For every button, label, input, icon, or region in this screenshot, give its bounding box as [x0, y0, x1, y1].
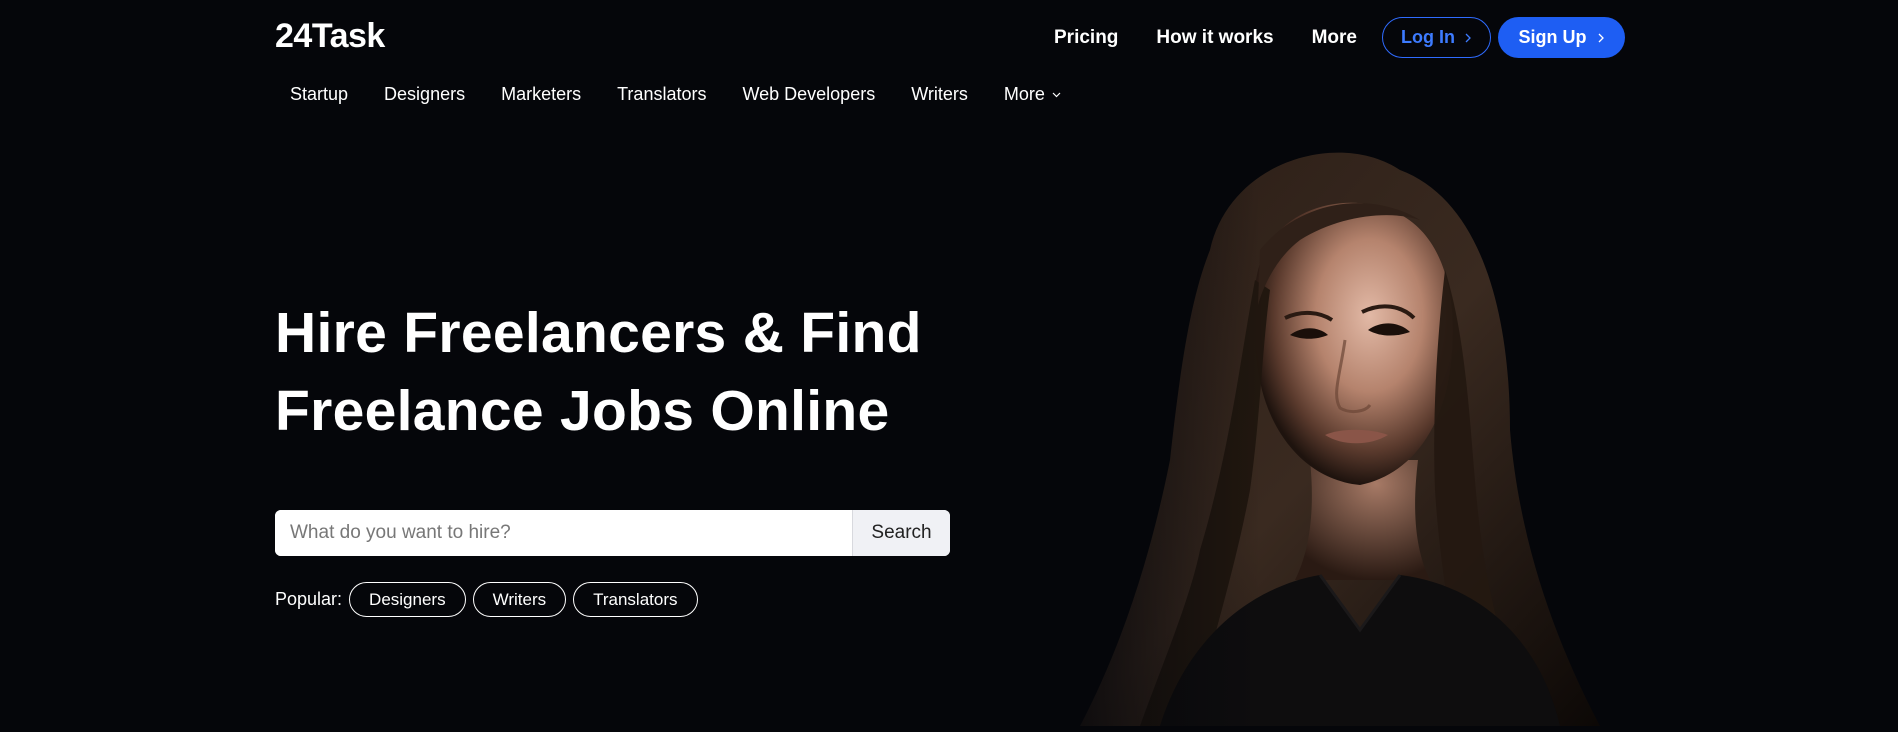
category-writers[interactable]: Writers — [911, 84, 968, 105]
popular-chip-translators[interactable]: Translators — [573, 582, 698, 617]
popular-chip-designers[interactable]: Designers — [349, 582, 466, 617]
category-more-label: More — [1003, 84, 1045, 104]
top-nav: Pricing How it works More Log In Sign Up — [1054, 17, 1625, 58]
chevron-down-icon — [1052, 92, 1061, 97]
category-designers[interactable]: Designers — [384, 84, 465, 105]
category-nav: Startup Designers Marketers Translators … — [290, 84, 1061, 105]
nav-pricing[interactable]: Pricing — [1054, 27, 1118, 49]
category-web-developers[interactable]: Web Developers — [742, 84, 875, 105]
search-button[interactable]: Search — [852, 510, 950, 556]
search-bar: Search — [275, 510, 950, 556]
category-translators[interactable]: Translators — [617, 84, 706, 105]
logo[interactable]: 24Task — [275, 17, 385, 56]
signup-label: Sign Up — [1518, 27, 1587, 47]
login-label: Log In — [1401, 27, 1455, 47]
category-more-dropdown[interactable]: More — [1004, 84, 1061, 105]
nav-how-it-works[interactable]: How it works — [1156, 27, 1273, 49]
popular-chip-writers[interactable]: Writers — [472, 582, 567, 617]
popular-tags: Popular: Designers Writers Translators — [275, 582, 705, 617]
signup-button[interactable]: Sign Up — [1498, 17, 1625, 58]
search-input[interactable] — [275, 510, 852, 556]
category-startup[interactable]: Startup — [290, 84, 348, 105]
chevron-right-icon — [1598, 33, 1604, 42]
hero-portrait-image — [1040, 130, 1640, 726]
nav-more[interactable]: More — [1312, 27, 1357, 49]
hero-title: Hire Freelancers & Find Freelance Jobs O… — [275, 294, 975, 450]
hero-title-line-1: Hire Freelancers & Find — [275, 301, 922, 365]
hero-title-line-2: Freelance Jobs Online — [275, 379, 890, 443]
chevron-right-icon — [1465, 33, 1471, 42]
login-button[interactable]: Log In — [1382, 17, 1491, 58]
category-marketers[interactable]: Marketers — [501, 84, 581, 105]
popular-label: Popular: — [275, 589, 343, 609]
